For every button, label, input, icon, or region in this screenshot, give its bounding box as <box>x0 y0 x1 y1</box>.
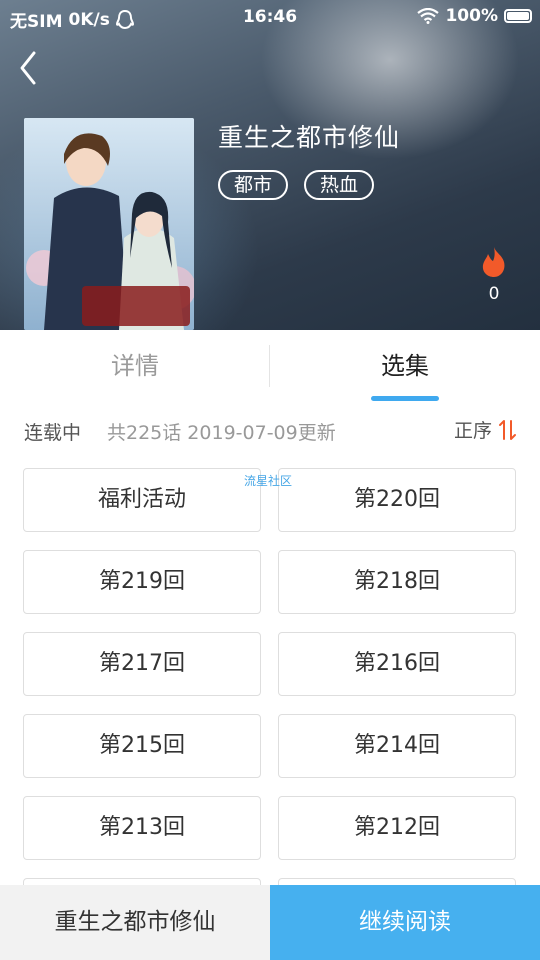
active-tab-indicator <box>371 396 439 401</box>
episode-button[interactable]: 第220回 <box>278 468 516 532</box>
comic-cover <box>24 118 194 330</box>
comic-title: 重生之都市修仙 <box>218 123 401 152</box>
tab-details[interactable]: 详情 <box>0 330 270 404</box>
tag-hot-blood[interactable]: 热血 <box>304 170 375 200</box>
sort-toggle[interactable]: 正序 <box>454 416 518 443</box>
back-arrow-icon[interactable] <box>14 48 44 88</box>
wifi-icon <box>417 8 440 24</box>
episode-grid: 福利活动 第220回 第219回 第218回 第217回 第216回 第215回… <box>0 456 540 886</box>
tag-urban[interactable]: 都市 <box>218 170 289 200</box>
hot-count: 0 <box>488 284 500 304</box>
episode-button[interactable]: 第218回 <box>278 550 516 614</box>
tag-list: 都市 热血 <box>218 170 375 200</box>
episode-count-update: 共225话 2019-07-09更新 <box>107 422 336 444</box>
episode-button[interactable]: 第215回 <box>23 714 261 778</box>
popularity: 0 <box>476 246 512 304</box>
episode-info-row: 连载中 共225话 2019-07-09更新 正序 <box>0 404 540 456</box>
episode-button[interactable]: 第219回 <box>23 550 261 614</box>
comic-header: 无SIM 0K/s 16:46 100% 重生之都市修仙 都市 热血 0 <box>0 0 540 330</box>
episode-button[interactable]: 第217回 <box>23 632 261 696</box>
watermark-text: 流星社区 <box>244 474 293 488</box>
sort-order-icon <box>499 419 516 440</box>
episode-button[interactable]: 第216回 <box>278 632 516 696</box>
serial-status: 连载中 <box>24 422 82 444</box>
battery-icon <box>504 9 532 23</box>
episode-button[interactable]: 福利活动 <box>23 468 261 532</box>
tab-bar: 详情 选集 <box>0 330 540 404</box>
battery-percent: 100% <box>445 6 498 26</box>
bottom-bar: 重生之都市修仙 继续阅读 <box>0 885 540 960</box>
episode-button[interactable]: 第213回 <box>23 796 261 860</box>
tab-episodes[interactable]: 选集 <box>270 330 540 404</box>
continue-reading-button[interactable]: 继续阅读 <box>270 885 540 960</box>
flame-icon <box>482 247 505 277</box>
status-bar: 无SIM 0K/s 16:46 100% <box>0 0 540 34</box>
episode-button[interactable]: 第212回 <box>278 796 516 860</box>
bottom-comic-title[interactable]: 重生之都市修仙 <box>0 885 270 960</box>
episode-button[interactable]: 第214回 <box>278 714 516 778</box>
cover-illustration <box>24 118 194 330</box>
sort-label: 正序 <box>453 420 492 442</box>
